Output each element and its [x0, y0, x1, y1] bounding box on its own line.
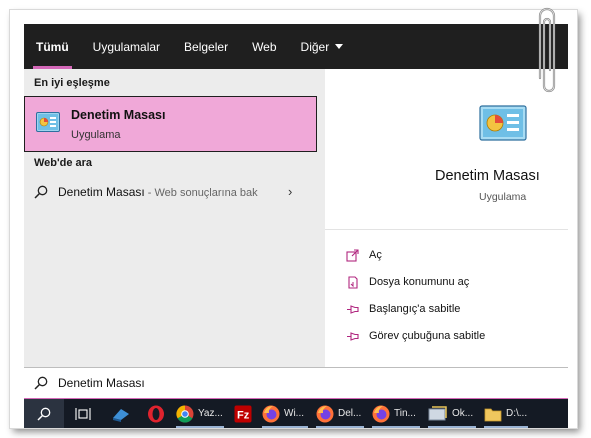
taskbar-folder[interactable]: D:\...	[480, 399, 532, 428]
taskbar-app-2[interactable]: Ok...	[424, 399, 480, 428]
tab-all-label: Tümü	[36, 39, 69, 54]
action-pin-to-start-label: Başlangıç'a sabitle	[369, 303, 461, 315]
tab-web[interactable]: Web	[240, 24, 288, 69]
app-icon	[113, 408, 129, 422]
taskbar-search-button[interactable]	[24, 399, 64, 428]
search-filter-tabs: Tümü Uygulamalar Belgeler Web Diğer	[24, 24, 568, 69]
web-search-item[interactable]: Denetim Masası - Web sonuçlarına bak ›	[24, 177, 315, 207]
preview-pane: Denetim Masası Uygulama Aç Dosya konumun…	[325, 69, 568, 367]
best-match-item[interactable]: Denetim Masası Uygulama	[24, 96, 317, 152]
tab-apps-label: Uygulamalar	[92, 39, 161, 54]
taskbar-chrome-label: Yaz...	[198, 408, 223, 419]
opera-icon	[148, 405, 164, 422]
action-open-label: Aç	[369, 249, 382, 261]
folder-icon	[484, 408, 502, 421]
start-search-window: Tümü Uygulamalar Belgeler Web Diğer En i…	[24, 24, 568, 428]
web-search-query: Denetim Masası	[58, 185, 145, 199]
taskbar-firefox-3[interactable]: Tin...	[368, 399, 424, 428]
search-icon	[37, 407, 51, 421]
search-box[interactable]: Denetim Masası	[24, 367, 568, 400]
control-panel-icon	[36, 112, 60, 132]
taskbar-filezilla[interactable]: Fz	[228, 399, 258, 428]
taskbar-app-1[interactable]	[102, 399, 140, 428]
app-icon	[428, 405, 447, 420]
firefox-icon	[262, 405, 280, 422]
best-match-name: Denetim Masası	[71, 108, 166, 122]
tab-documents[interactable]: Belgeler	[172, 24, 240, 69]
preview-app-name: Denetim Masası	[435, 168, 540, 184]
firefox-icon	[372, 405, 390, 422]
tab-web-label: Web	[252, 39, 277, 54]
tab-apps[interactable]: Uygulamalar	[81, 24, 172, 69]
best-match-heading: En iyi eşleşme	[34, 77, 110, 89]
task-view-icon	[75, 407, 91, 420]
svg-text:Fz: Fz	[237, 409, 250, 421]
tab-documents-label: Belgeler	[184, 39, 229, 54]
chrome-icon	[176, 404, 194, 423]
web-search-heading: Web'de ara	[34, 157, 93, 169]
taskbar-chrome[interactable]: Yaz...	[172, 399, 228, 428]
taskbar-opera[interactable]	[140, 399, 172, 428]
task-view-button[interactable]	[64, 399, 102, 428]
action-pin-to-start[interactable]: Başlangıç'a sabitle	[345, 299, 460, 319]
chevron-down-icon	[335, 44, 344, 49]
action-pin-to-taskbar[interactable]: Görev çubuğuna sabitle	[345, 326, 485, 346]
action-open-file-location-label: Dosya konumunu aç	[369, 276, 470, 288]
preview-app-type: Uygulama	[479, 191, 527, 203]
web-search-text: Denetim Masası - Web sonuçlarına bak	[58, 185, 258, 199]
tab-all[interactable]: Tümü	[24, 24, 81, 69]
web-search-hint: - Web sonuçlarına bak	[144, 187, 258, 199]
taskbar-firefox-1-label: Wi...	[284, 408, 304, 419]
best-match-type: Uygulama	[71, 129, 121, 141]
pin-icon	[345, 302, 359, 316]
taskbar-folder-label: D:\...	[506, 408, 528, 419]
firefox-icon	[316, 405, 334, 422]
action-open-file-location[interactable]: Dosya konumunu aç	[345, 272, 469, 292]
file-location-icon	[345, 275, 359, 289]
results-pane: En iyi eşleşme Denetim Masası Uygulama W…	[24, 69, 325, 367]
taskbar-app-2-label: Ok...	[452, 408, 474, 419]
chevron-right-icon[interactable]: ›	[288, 184, 292, 199]
preview-divider	[325, 229, 568, 230]
search-input[interactable]: Denetim Masası	[58, 376, 145, 390]
taskbar-firefox-1[interactable]: Wi...	[258, 399, 312, 428]
taskbar: Yaz... Fz Wi... Del... Tin... Ok... D:\.…	[24, 399, 568, 428]
taskbar-firefox-2[interactable]: Del...	[312, 399, 368, 428]
tab-more-label: Diğer	[300, 39, 330, 54]
open-icon	[345, 248, 359, 262]
control-panel-large-icon	[479, 105, 527, 141]
search-icon	[34, 376, 48, 390]
taskbar-firefox-3-label: Tin...	[394, 408, 416, 419]
action-open[interactable]: Aç	[345, 245, 382, 265]
action-pin-to-taskbar-label: Görev çubuğuna sabitle	[369, 330, 486, 342]
paper-clip-icon	[538, 7, 556, 93]
taskbar-firefox-2-label: Del...	[338, 408, 362, 419]
filezilla-icon: Fz	[234, 405, 252, 422]
tab-more[interactable]: Diğer	[289, 24, 356, 69]
search-icon	[34, 185, 48, 199]
pin-icon	[345, 329, 359, 343]
